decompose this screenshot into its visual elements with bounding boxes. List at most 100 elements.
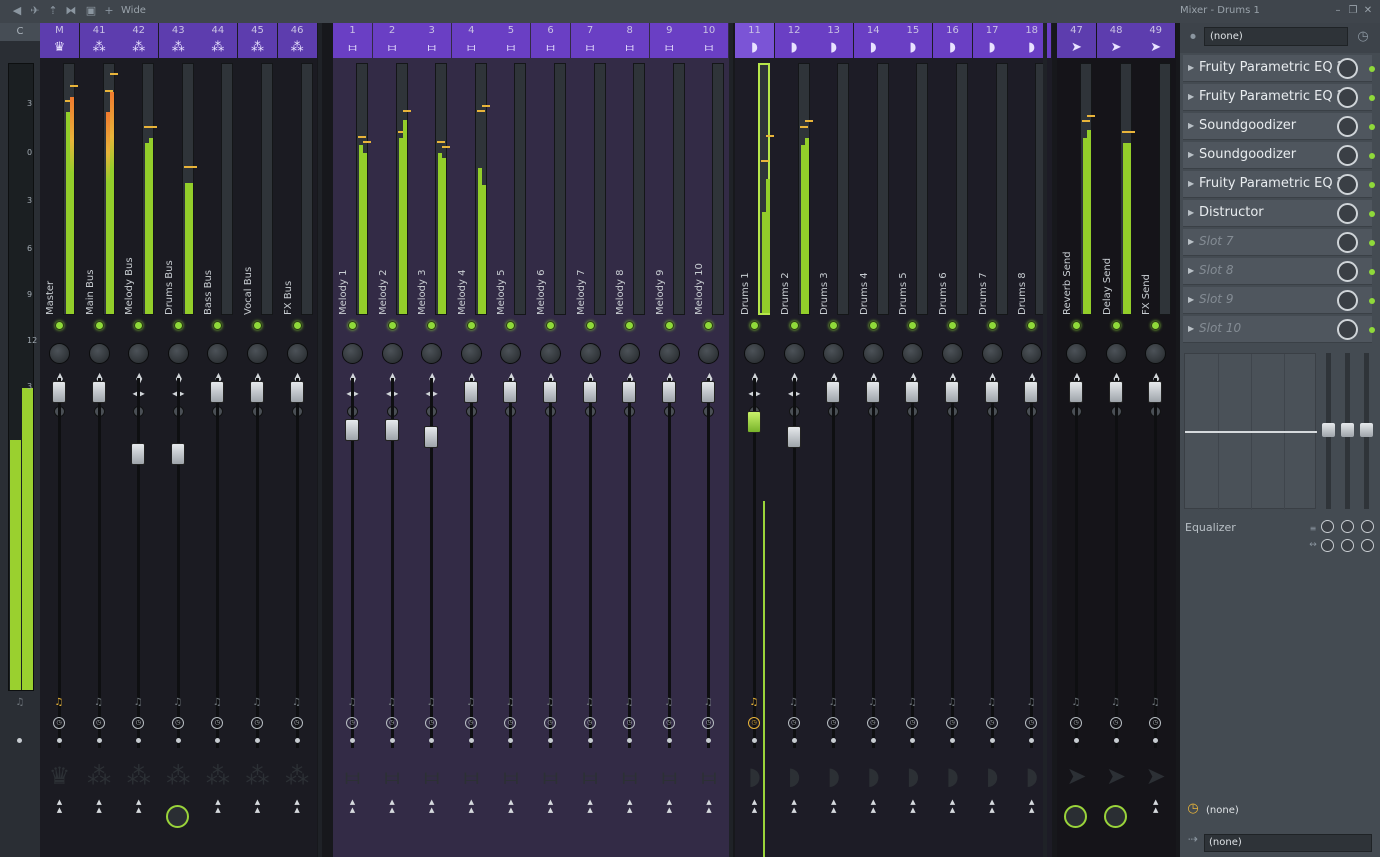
route-arrow-icon[interactable]: ▲ ▲	[412, 798, 451, 814]
eq-fader-handle[interactable]	[1341, 423, 1354, 437]
slot-enable-led[interactable]	[1369, 327, 1375, 333]
volume-fader[interactable]	[661, 381, 676, 403]
pan-knob[interactable]	[658, 343, 680, 364]
latency-clock-icon[interactable]: ◷	[53, 717, 65, 729]
track-name[interactable]: Delay Send	[1102, 247, 1116, 315]
pan-knob[interactable]	[128, 343, 150, 364]
send-dot[interactable]	[215, 738, 221, 743]
pan-knob[interactable]	[902, 343, 924, 364]
latency-clock-icon[interactable]: ◷	[1149, 717, 1162, 729]
track-enable-led[interactable]	[292, 321, 302, 330]
track-header[interactable]: 45 ⁂	[238, 23, 277, 58]
mixer-track[interactable]: 2⧦Melody 2▲▼◀▶♫◷⧦▲▲	[372, 23, 412, 857]
send-dot[interactable]	[666, 738, 672, 743]
track-name[interactable]: Drums 1	[740, 247, 754, 315]
latency-clock-icon[interactable]: ◷	[702, 717, 715, 729]
mic-icon[interactable]: ♫	[1070, 697, 1082, 711]
track-header[interactable]: 49 ➤	[1136, 23, 1176, 58]
group-separator[interactable]	[318, 23, 322, 857]
mixer-track[interactable]: 48➤Delay Send▲▼◀▶♫◷➤	[1096, 23, 1136, 857]
slot-enable-led[interactable]	[1369, 211, 1375, 217]
track-enable-led[interactable]	[664, 321, 674, 330]
latency-clock-icon[interactable]: ◷	[1025, 717, 1038, 729]
route-knob[interactable]	[1103, 805, 1127, 828]
track-enable-led[interactable]	[948, 321, 957, 330]
eq-fader-handle[interactable]	[1322, 423, 1335, 437]
track-name[interactable]: Drums 8	[1017, 247, 1031, 315]
slot-enable-led[interactable]	[1369, 269, 1375, 275]
fx-slot-label[interactable]: Fruity Parametric EQ 2	[1199, 176, 1345, 191]
pan-knob[interactable]	[247, 343, 268, 364]
mic-icon[interactable]: ♫	[465, 697, 477, 711]
slot-enable-led[interactable]	[1369, 124, 1375, 130]
track-name[interactable]: Melody 2	[378, 247, 392, 315]
expand-arrow-icon[interactable]: ▶	[1188, 324, 1194, 333]
track-enable-led[interactable]	[1111, 321, 1121, 330]
track-enable-led[interactable]	[466, 321, 476, 330]
track-enable-led[interactable]	[94, 321, 104, 330]
latency-clock-icon[interactable]: ◷	[346, 717, 358, 729]
latency-clock-icon[interactable]: ◷	[906, 717, 919, 729]
mix-knob[interactable]	[1337, 58, 1358, 79]
route-arrow-icon[interactable]: ▲ ▲	[452, 798, 491, 814]
mixer-track[interactable]: 41⁂Main Bus▲▼◀▶♫◷⁂▲▲	[79, 23, 119, 857]
fx-slot[interactable]: ▶ Distructor	[1183, 200, 1375, 227]
latency-clock-icon[interactable]: ◷	[544, 717, 556, 729]
track-name[interactable]: Melody 6	[536, 247, 550, 315]
track-name[interactable]: FX Bus	[283, 247, 297, 315]
track-enable-led[interactable]	[1151, 321, 1161, 330]
pan-knob[interactable]	[823, 343, 845, 364]
volume-fader[interactable]	[984, 381, 999, 403]
mic-icon[interactable]: ♫	[14, 697, 26, 711]
fx-slot-label[interactable]: Soundgoodizer	[1199, 147, 1296, 162]
restore-button[interactable]: ❐	[1347, 4, 1359, 17]
track-header[interactable]: 16 ◗	[933, 23, 972, 58]
slot-enable-led[interactable]	[1369, 66, 1375, 72]
track-name[interactable]: Melody 8	[615, 247, 629, 315]
mic-icon[interactable]: ♫	[172, 697, 184, 711]
latency-clock-icon[interactable]: ◷	[425, 717, 438, 729]
volume-fader[interactable]	[1108, 381, 1123, 403]
send-dot[interactable]	[294, 738, 300, 743]
send-dot[interactable]	[468, 738, 474, 743]
pan-knob[interactable]	[744, 343, 765, 364]
track-name[interactable]: Melody 3	[417, 247, 431, 315]
close-button[interactable]: ✕	[1362, 4, 1374, 17]
expand-arrow-icon[interactable]: ▶	[1188, 295, 1194, 304]
track-name[interactable]: Reverb Send	[1062, 247, 1076, 315]
track-header[interactable]: 11 ◗	[735, 23, 774, 58]
expand-arrow-icon[interactable]: ▶	[1188, 150, 1194, 159]
route-arrow-icon[interactable]: ▲ ▲	[689, 798, 728, 814]
mixer-track[interactable]: 1⧦Melody 1▲▼◀▶♫◷⧦▲▲	[333, 23, 372, 857]
fx-slot-label[interactable]: Fruity Parametric EQ 2	[1199, 60, 1345, 75]
audio-output-select[interactable]: (none)	[1204, 834, 1372, 852]
mixer-track[interactable]: 12◗Drums 2▲▼◀▶♫◷◗▲▲	[774, 23, 814, 857]
route-arrow-icon[interactable]: ▲ ▲	[531, 798, 570, 814]
latency-clock-icon[interactable]: ◷	[866, 717, 879, 729]
track-enable-led[interactable]	[704, 321, 714, 330]
track-header[interactable]: 3 ⧦	[412, 23, 452, 58]
mix-knob[interactable]	[1337, 87, 1358, 108]
route-arrow-icon[interactable]: ▲ ▲	[893, 798, 932, 814]
eq-knob[interactable]	[1321, 520, 1334, 533]
mixer-track[interactable]: 43⁂Drums Bus▲▼◀▶♫◷⁂	[158, 23, 198, 857]
mic-icon[interactable]: ♫	[663, 697, 675, 711]
pan-knob[interactable]	[942, 343, 963, 364]
mic-icon[interactable]: ♫	[788, 697, 800, 711]
latency-clock-icon[interactable]: ◷	[290, 717, 303, 729]
track-header[interactable]: 17 ◗	[972, 23, 1012, 58]
slot-enable-led[interactable]	[1369, 153, 1375, 159]
latency-clock-icon[interactable]: ◷	[464, 717, 477, 729]
track-enable-led[interactable]	[625, 321, 635, 330]
volume-fader[interactable]	[345, 419, 359, 441]
window-icon[interactable]: ▣	[84, 5, 98, 17]
mic-icon[interactable]: ♫	[93, 697, 105, 711]
pan-knob[interactable]	[207, 343, 229, 364]
track-header[interactable]: 1 ⧦	[333, 23, 372, 58]
latency-clock-icon[interactable]: ◷	[251, 717, 263, 729]
fx-slot-label[interactable]: Fruity Parametric EQ 2	[1199, 89, 1345, 104]
track-enable-led[interactable]	[750, 321, 759, 330]
track-enable-led[interactable]	[173, 321, 183, 330]
eq-fader-handle[interactable]	[1360, 423, 1373, 437]
volume-fader[interactable]	[424, 426, 439, 448]
